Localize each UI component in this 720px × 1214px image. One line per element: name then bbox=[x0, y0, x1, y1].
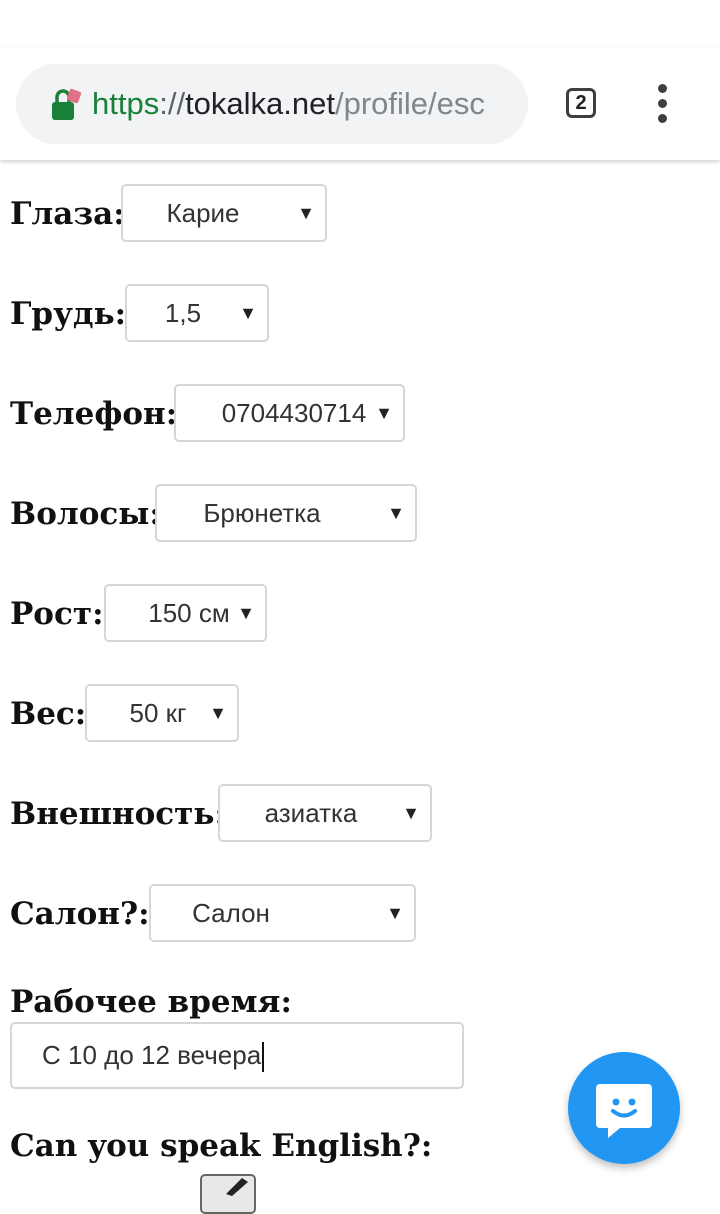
hair-select-value: Брюнетка bbox=[203, 498, 321, 528]
url-host: tokalka.net bbox=[185, 86, 335, 121]
chat-icon bbox=[596, 1084, 652, 1138]
chevron-down-icon: ▼ bbox=[239, 303, 257, 323]
chevron-down-icon: ▼ bbox=[387, 503, 405, 523]
tab-switcher-button[interactable]: 2 bbox=[566, 88, 596, 118]
chevron-down-icon: ▼ bbox=[386, 903, 404, 923]
chevron-down-icon: ▼ bbox=[209, 703, 227, 723]
more-vert-icon[interactable] bbox=[648, 84, 678, 124]
phone-label: Телефон: bbox=[10, 396, 178, 432]
work-time-label: Рабочее время: bbox=[10, 984, 292, 1020]
text-caret bbox=[262, 1042, 265, 1073]
hair-select[interactable]: Брюнетка ▼ bbox=[155, 484, 417, 542]
url-separator: :// bbox=[159, 86, 186, 121]
work-time-input[interactable]: С 10 до 12 вечера bbox=[10, 1022, 464, 1089]
chevron-down-icon: ▼ bbox=[402, 803, 420, 823]
height-label: Рост: bbox=[10, 596, 104, 632]
phone-select[interactable]: 0704430714 ▼ bbox=[174, 384, 405, 442]
eyes-label: Глаза: bbox=[10, 196, 125, 232]
appearance-select[interactable]: азиатка ▼ bbox=[218, 784, 432, 842]
weight-select-value: 50 кг bbox=[129, 698, 187, 728]
pencil-icon bbox=[226, 1178, 248, 1196]
bust-select-value: 1,5 bbox=[164, 298, 202, 328]
english-label: Can you speak English?: bbox=[10, 1128, 433, 1164]
weight-select[interactable]: 50 кг ▼ bbox=[85, 684, 239, 742]
chat-button[interactable] bbox=[568, 1052, 680, 1164]
lock-icon bbox=[52, 88, 82, 120]
chevron-down-icon: ▼ bbox=[375, 403, 393, 423]
hair-label: Волосы: bbox=[10, 496, 161, 532]
chevron-down-icon: ▼ bbox=[297, 203, 315, 223]
bust-select[interactable]: 1,5 ▼ bbox=[125, 284, 269, 342]
height-select[interactable]: 150 см ▼ bbox=[104, 584, 267, 642]
url-scheme: https bbox=[92, 86, 160, 121]
url-path: /profile/esc bbox=[335, 86, 485, 121]
browser-toolbar: https://tokalka.net/profile/esc 2 bbox=[0, 48, 720, 160]
salon-select-value: Салон bbox=[192, 898, 270, 928]
salon-select[interactable]: Салон ▼ bbox=[149, 884, 416, 942]
bust-label: Грудь: bbox=[10, 296, 127, 332]
address-bar[interactable]: https://tokalka.net/profile/esc bbox=[16, 64, 528, 144]
chevron-down-icon: ▼ bbox=[237, 603, 255, 623]
pencil-button[interactable] bbox=[200, 1174, 256, 1214]
eyes-select-value: Карие bbox=[166, 198, 240, 228]
work-time-value: С 10 до 12 вечера bbox=[42, 1024, 265, 1087]
salon-label: Салон?: bbox=[10, 896, 150, 932]
appearance-label: Внешность: bbox=[10, 796, 226, 832]
url-text: https://tokalka.net/profile/esc bbox=[92, 82, 512, 126]
weight-label: Вес: bbox=[10, 696, 87, 732]
appearance-select-value: азиатка bbox=[264, 798, 358, 828]
status-bar bbox=[0, 0, 720, 48]
work-time-text: С 10 до 12 вечера bbox=[42, 1040, 262, 1070]
eyes-select[interactable]: Карие ▼ bbox=[121, 184, 327, 242]
